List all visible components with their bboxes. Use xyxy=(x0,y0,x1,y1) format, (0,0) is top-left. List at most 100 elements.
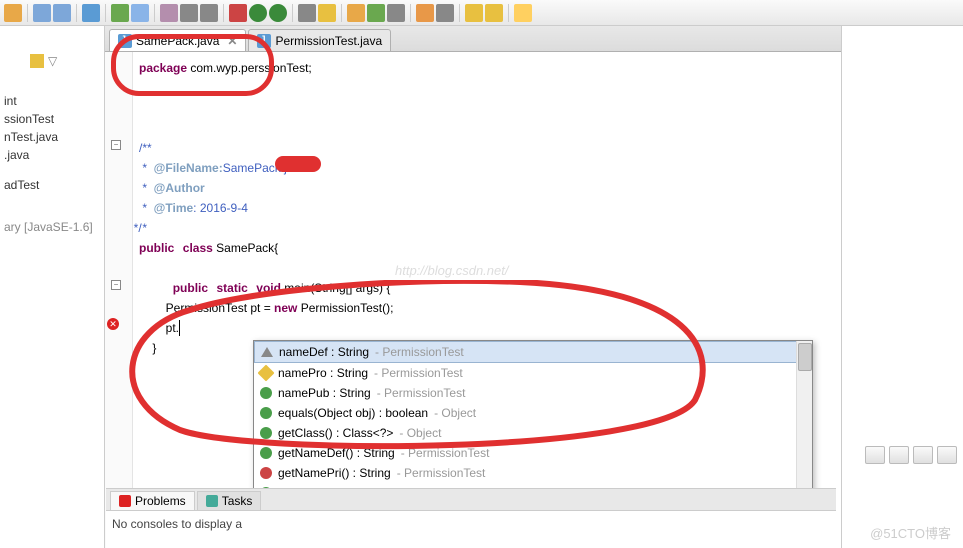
annotation-redact xyxy=(275,156,321,172)
grn-icon xyxy=(260,387,272,399)
ac-sub-label: - PermissionTest xyxy=(401,446,490,460)
new-pkg-icon[interactable] xyxy=(387,4,405,22)
tab-label: PermissionTest.java xyxy=(275,34,382,48)
page-watermark: @51CTO博客 xyxy=(870,523,951,542)
autocomplete-item[interactable]: getClass() : Class<?> - Object xyxy=(254,423,812,443)
type-icon[interactable] xyxy=(160,4,178,22)
fold-icon[interactable]: − xyxy=(111,140,121,150)
autocomplete-item[interactable]: equals(Object obj) : boolean - Object xyxy=(254,403,812,423)
tab-samepack[interactable]: SamePack.java ✕ xyxy=(109,29,246,51)
ac-sub-label: - PermissionTest xyxy=(374,366,463,380)
grn-icon xyxy=(260,447,272,459)
close-icon[interactable]: ✕ xyxy=(227,34,237,48)
sidebar-item[interactable]: ssionTest xyxy=(0,110,104,128)
code-line-invoke: pt. xyxy=(139,318,393,338)
pkg-icon[interactable] xyxy=(131,4,149,22)
console-text: No consoles to display a xyxy=(106,511,836,537)
panel-btn[interactable] xyxy=(889,446,909,464)
autocomplete-item[interactable]: namePro : String - PermissionTest xyxy=(254,363,812,383)
new-class-icon[interactable] xyxy=(367,4,385,22)
grn-icon xyxy=(260,407,272,419)
code-line-comment: /** xyxy=(139,138,393,158)
editor-tabs: SamePack.java ✕ PermissionTest.java xyxy=(105,26,963,52)
autocomplete-item[interactable]: getNameDef() : String - PermissionTest xyxy=(254,443,812,463)
open-icon[interactable] xyxy=(416,4,434,22)
java-file-icon xyxy=(257,34,271,48)
debug-icon[interactable] xyxy=(229,4,247,22)
watermark: http://blog.csdn.net/ xyxy=(395,263,508,278)
scroll-thumb[interactable] xyxy=(798,343,812,371)
right-panel xyxy=(841,26,963,548)
code-line-author: * @Author xyxy=(139,178,393,198)
sidebar-item[interactable]: adTest xyxy=(0,176,104,194)
tasks-icon xyxy=(206,495,218,507)
save-all-icon[interactable] xyxy=(53,4,71,22)
code-line-class: public class SamePack{ xyxy=(139,238,393,258)
tool-icon[interactable] xyxy=(298,4,316,22)
nav-back-icon[interactable] xyxy=(465,4,483,22)
collapse-icon[interactable]: ▽ xyxy=(48,54,57,68)
grn-icon xyxy=(260,427,272,439)
bottom-panel: Problems Tasks No consoles to display a xyxy=(106,488,836,548)
tab-permissiontest[interactable]: PermissionTest.java xyxy=(248,29,391,51)
server-icon[interactable] xyxy=(111,4,129,22)
main-toolbar xyxy=(0,0,963,26)
ac-sub-label: - PermissionTest xyxy=(375,345,464,359)
search-icon[interactable] xyxy=(180,4,198,22)
star-icon[interactable] xyxy=(318,4,336,22)
code-editor[interactable]: − − ✕ package com.wyp.perssionTest; /** … xyxy=(105,52,963,548)
code-line-pt: PermissionTest pt = new PermissionTest()… xyxy=(139,298,393,318)
sidebar-item[interactable]: int xyxy=(0,92,104,110)
tab-problems[interactable]: Problems xyxy=(110,491,195,510)
prv-icon xyxy=(260,467,272,479)
autocomplete-item[interactable]: getNamePri() : String - PermissionTest xyxy=(254,463,812,483)
code-line-main: public static void main(String[] args) { xyxy=(139,278,393,298)
search2-icon[interactable] xyxy=(436,4,454,22)
text-cursor xyxy=(179,320,180,336)
ac-main-label: getNameDef() : String xyxy=(278,446,395,460)
code-line-comment-end: * */ xyxy=(139,218,393,238)
ac-sub-label: - PermissionTest xyxy=(377,386,466,400)
ac-sub-label: - Object xyxy=(434,406,476,420)
ac-main-label: nameDef : String xyxy=(279,345,369,359)
code-line-filename: * @FileName:SamePack.java xyxy=(139,158,393,178)
new-wiz-icon[interactable] xyxy=(347,4,365,22)
panel-btn[interactable] xyxy=(913,446,933,464)
ac-main-label: equals(Object obj) : boolean xyxy=(278,406,428,420)
problems-icon xyxy=(119,495,131,507)
link-icon[interactable] xyxy=(30,54,44,68)
misc-icon[interactable] xyxy=(200,4,218,22)
highlight-icon[interactable] xyxy=(514,4,532,22)
panel-btn[interactable] xyxy=(937,446,957,464)
run-icon[interactable] xyxy=(249,4,267,22)
code-line-time: * @Time: 2016-9-4 xyxy=(139,198,393,218)
ac-sub-label: - Object xyxy=(399,426,441,440)
fold-icon[interactable]: − xyxy=(111,280,121,290)
panel-btn[interactable] xyxy=(865,446,885,464)
tab-tasks[interactable]: Tasks xyxy=(197,491,262,510)
tri-icon xyxy=(261,347,273,357)
dia-icon xyxy=(258,365,275,382)
package-explorer: ▽ int ssionTest nTest.java .java adTest … xyxy=(0,26,105,548)
gutter: − − ✕ xyxy=(105,52,133,548)
ac-main-label: getClass() : Class<?> xyxy=(278,426,393,440)
save-icon[interactable] xyxy=(33,4,51,22)
tab-label: SamePack.java xyxy=(136,34,219,48)
new-icon[interactable] xyxy=(4,4,22,22)
build-icon[interactable] xyxy=(82,4,100,22)
nav-fwd-icon[interactable] xyxy=(485,4,503,22)
sidebar-library[interactable]: ary [JavaSE-1.6] xyxy=(0,218,104,236)
ac-main-label: namePub : String xyxy=(278,386,371,400)
run-ext-icon[interactable] xyxy=(269,4,287,22)
ac-main-label: namePro : String xyxy=(278,366,368,380)
autocomplete-item[interactable]: nameDef : String - PermissionTest xyxy=(254,341,812,363)
java-file-icon xyxy=(118,34,132,48)
sidebar-item[interactable]: .java xyxy=(0,146,104,164)
ac-sub-label: - PermissionTest xyxy=(397,466,486,480)
ac-main-label: getNamePri() : String xyxy=(278,466,391,480)
code-line-package: package com.wyp.perssionTest; xyxy=(139,58,393,78)
autocomplete-item[interactable]: namePub : String - PermissionTest xyxy=(254,383,812,403)
error-icon[interactable]: ✕ xyxy=(107,318,119,330)
sidebar-item[interactable]: nTest.java xyxy=(0,128,104,146)
editor-area: SamePack.java ✕ PermissionTest.java − − … xyxy=(105,26,963,548)
